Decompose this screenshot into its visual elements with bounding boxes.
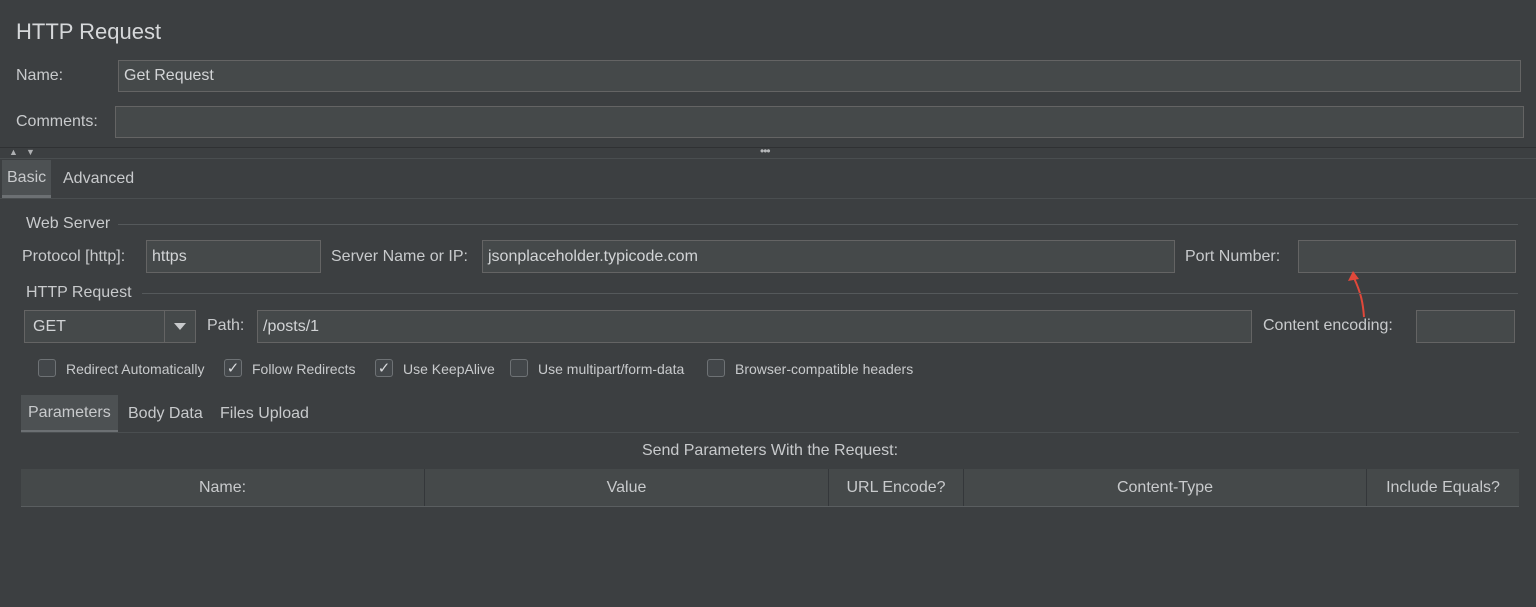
web-server-group-label: Web Server bbox=[26, 215, 111, 232]
server-name-field[interactable]: jsonplaceholder.typicode.com bbox=[482, 240, 1175, 273]
up-arrow-icon[interactable]: ▲ bbox=[9, 147, 18, 157]
use-multipart-label: Use multipart/form-data bbox=[538, 361, 685, 377]
http-request-group-label: HTTP Request bbox=[26, 284, 132, 301]
tabs-separator bbox=[0, 198, 1536, 199]
subtabs-separator bbox=[21, 432, 1519, 433]
column-header-include-equals[interactable]: Include Equals? bbox=[1367, 469, 1519, 506]
column-header-url-encode[interactable]: URL Encode? bbox=[829, 469, 964, 506]
use-keepalive-checkbox[interactable]: ✓ bbox=[375, 359, 393, 377]
content-encoding-label: Content encoding: bbox=[1263, 317, 1393, 334]
red-arrow-annotation bbox=[1348, 271, 1365, 318]
path-label: Path: bbox=[207, 317, 245, 334]
splitter-bottom-line bbox=[0, 158, 1536, 159]
tab-files-upload[interactable]: Files Upload bbox=[214, 395, 315, 433]
port-number-field[interactable] bbox=[1298, 240, 1516, 273]
protocol-label: Protocol [http]: bbox=[22, 248, 126, 265]
tab-basic[interactable]: Basic bbox=[2, 160, 52, 198]
column-header-name[interactable]: Name: bbox=[21, 469, 425, 506]
use-multipart-checkbox[interactable] bbox=[510, 359, 528, 377]
redirect-automatically-label: Redirect Automatically bbox=[66, 361, 205, 377]
server-name-label: Server Name or IP: bbox=[331, 248, 468, 265]
path-field[interactable]: /posts/1 bbox=[257, 310, 1252, 343]
content-encoding-field[interactable] bbox=[1416, 310, 1515, 343]
method-dropdown-button[interactable] bbox=[164, 311, 195, 342]
column-header-content-type[interactable]: Content-Type bbox=[964, 469, 1367, 506]
comments-label: Comments: bbox=[16, 113, 98, 130]
comments-field[interactable] bbox=[115, 106, 1524, 138]
name-label: Name: bbox=[16, 67, 64, 84]
name-field[interactable]: Get Request bbox=[118, 60, 1521, 92]
use-keepalive-label: Use KeepAlive bbox=[403, 361, 495, 377]
params-table-body[interactable] bbox=[21, 507, 1519, 607]
tab-body-data[interactable]: Body Data bbox=[122, 395, 209, 433]
tab-parameters[interactable]: Parameters bbox=[21, 395, 118, 433]
follow-redirects-checkbox[interactable]: ✓ bbox=[224, 359, 242, 377]
splitter-handle-icon[interactable]: ••• bbox=[760, 144, 771, 158]
params-caption: Send Parameters With the Request: bbox=[641, 442, 899, 459]
method-select[interactable]: GET bbox=[24, 310, 196, 343]
follow-redirects-label: Follow Redirects bbox=[252, 361, 356, 377]
params-table-header: Name: Value URL Encode? Content-Type Inc… bbox=[21, 469, 1519, 507]
browser-compatible-headers-checkbox[interactable] bbox=[707, 359, 725, 377]
method-value: GET bbox=[33, 317, 66, 335]
web-server-group-line bbox=[118, 224, 1518, 225]
protocol-field[interactable]: https bbox=[146, 240, 321, 273]
panel-title: HTTP Request bbox=[16, 19, 162, 44]
browser-compatible-headers-label: Browser-compatible headers bbox=[735, 361, 914, 377]
redirect-automatically-checkbox[interactable] bbox=[38, 359, 56, 377]
column-header-value[interactable]: Value bbox=[425, 469, 829, 506]
chevron-down-icon bbox=[174, 323, 186, 330]
http-request-panel: HTTP Request Name: Get Request Comments:… bbox=[0, 0, 1536, 607]
http-request-group-line bbox=[142, 293, 1518, 294]
down-arrow-icon[interactable]: ▼ bbox=[26, 147, 35, 157]
port-number-label: Port Number: bbox=[1185, 248, 1281, 265]
tab-advanced[interactable]: Advanced bbox=[57, 160, 140, 198]
